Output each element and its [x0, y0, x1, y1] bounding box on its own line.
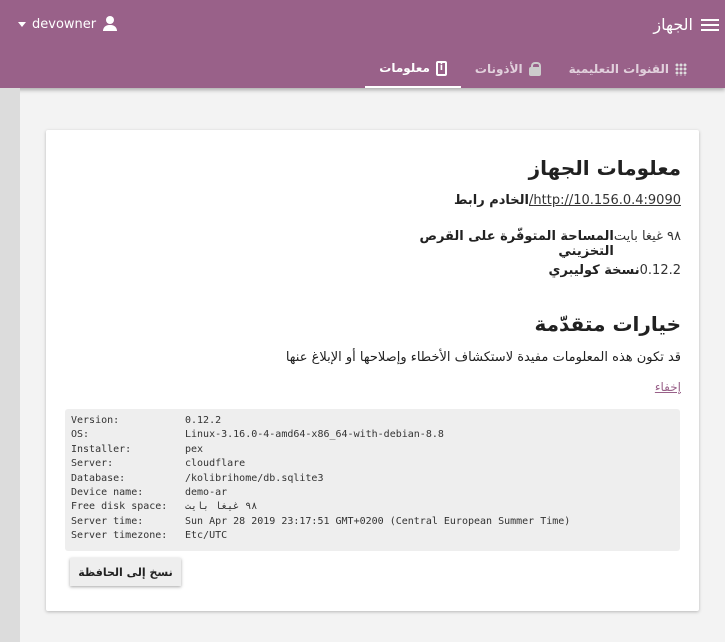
- detail-value: demo-ar: [185, 486, 228, 498]
- caret-down-icon: [18, 21, 26, 27]
- advanced-description: قد تكون هذه المعلومات مفيدة لاستكشاف الأ…: [285, 350, 681, 365]
- detail-row: Version: 0.12.2: [71, 414, 674, 428]
- user-menu[interactable]: devowner: [18, 16, 118, 32]
- lock-icon: [528, 61, 541, 76]
- detail-key: Server time:: [71, 515, 144, 527]
- info-icon: i: [435, 60, 447, 76]
- grid-icon: [675, 62, 687, 76]
- detail-key: Version:: [71, 415, 120, 426]
- detail-key: Device name:: [71, 486, 144, 498]
- device-info-card: معلومات الجهاز الخادم رابط http://10.156.…: [46, 130, 699, 611]
- device-info-title: معلومات الجهاز: [528, 156, 681, 180]
- info-label: المساحة المتوفّرة على القرص التخزيني: [419, 229, 614, 259]
- detail-key: Server:: [71, 458, 114, 470]
- menu-icon[interactable]: [701, 16, 719, 32]
- detail-row: Server timezone: Etc/UTC: [71, 529, 674, 543]
- detail-key: Free disk space:: [71, 501, 168, 513]
- detail-value: cloudflare: [185, 458, 246, 470]
- detail-value: ٩٨ غيغا بايت: [185, 501, 258, 513]
- detail-key: OS:: [71, 429, 90, 441]
- tab-channels[interactable]: القنوات التعليمية: [555, 50, 701, 88]
- detail-row: Server time: Sun Apr 28 2019 23:17:51 GMT…: [71, 515, 674, 529]
- detail-value: Etc/UTC: [185, 530, 228, 542]
- tab-info[interactable]: i معلومات: [365, 50, 461, 88]
- detail-value: /kolibrihome/db.sqlite3: [185, 472, 324, 484]
- info-label: الخادم رابط: [453, 193, 530, 208]
- username: devowner: [32, 16, 97, 32]
- detail-key: Installer:: [71, 443, 132, 455]
- detail-row: Free disk space: ٩٨ غيغا بايت: [71, 500, 674, 514]
- copy-to-clipboard-button[interactable]: نسخ إلى الحافظة: [70, 558, 181, 586]
- info-row-version: نسخة كوليبري 0.12.2: [404, 263, 681, 278]
- server-url-link[interactable]: http://10.156.0.4:9090/: [529, 193, 681, 208]
- detail-value: Sun Apr 28 2019 23:17:51 GMT+0200 (Centr…: [185, 515, 571, 527]
- tab-label: الأذونات: [474, 62, 523, 76]
- detail-row: OS: Linux-3.16.0-4-amd64-x86_64-with-debi…: [71, 428, 674, 442]
- info-row-server: الخادم رابط http://10.156.0.4:9090/: [293, 193, 681, 208]
- detail-row: Server: cloudflare: [71, 457, 674, 471]
- detail-row: Installer: pex: [71, 443, 674, 457]
- detail-value: pex: [185, 443, 204, 455]
- side-strip: [0, 88, 20, 642]
- detail-key: Server timezone:: [71, 530, 168, 542]
- info-value: 0.12.2: [639, 263, 681, 278]
- detail-value: Linux-3.16.0-4-amd64-x86_64-with-debian-…: [185, 429, 444, 441]
- debug-details: Version: 0.12.2 OS: Linux-3.16.0-4-amd64-x8…: [65, 409, 680, 551]
- tab-bar: القنوات التعليمية الأذونات i معلومات: [365, 50, 701, 88]
- tab-label: معلومات: [379, 61, 430, 75]
- detail-key: Database:: [71, 472, 126, 484]
- tab-permissions[interactable]: الأذونات: [461, 50, 555, 88]
- tab-label: القنوات التعليمية: [568, 62, 669, 76]
- info-value: ٩٨ غيغا بايت: [613, 229, 681, 244]
- info-row-disk: المساحة المتوفّرة على القرص التخزيني ٩٨ غ…: [378, 229, 681, 259]
- advanced-title: خيارات متقدّمة: [534, 312, 681, 336]
- detail-value: 0.12.2: [185, 415, 222, 426]
- hide-link[interactable]: إخفاء: [655, 380, 681, 394]
- info-label: نسخة كوليبري: [548, 263, 640, 278]
- detail-row: Database: /kolibrihome/db.sqlite3: [71, 472, 674, 486]
- app-bar: الجهاز devowner القنوات التعليمية الأذون…: [0, 0, 725, 88]
- app-title: الجهاز: [653, 15, 693, 34]
- detail-row: Device name: demo-ar: [71, 486, 674, 500]
- person-icon: [102, 16, 118, 32]
